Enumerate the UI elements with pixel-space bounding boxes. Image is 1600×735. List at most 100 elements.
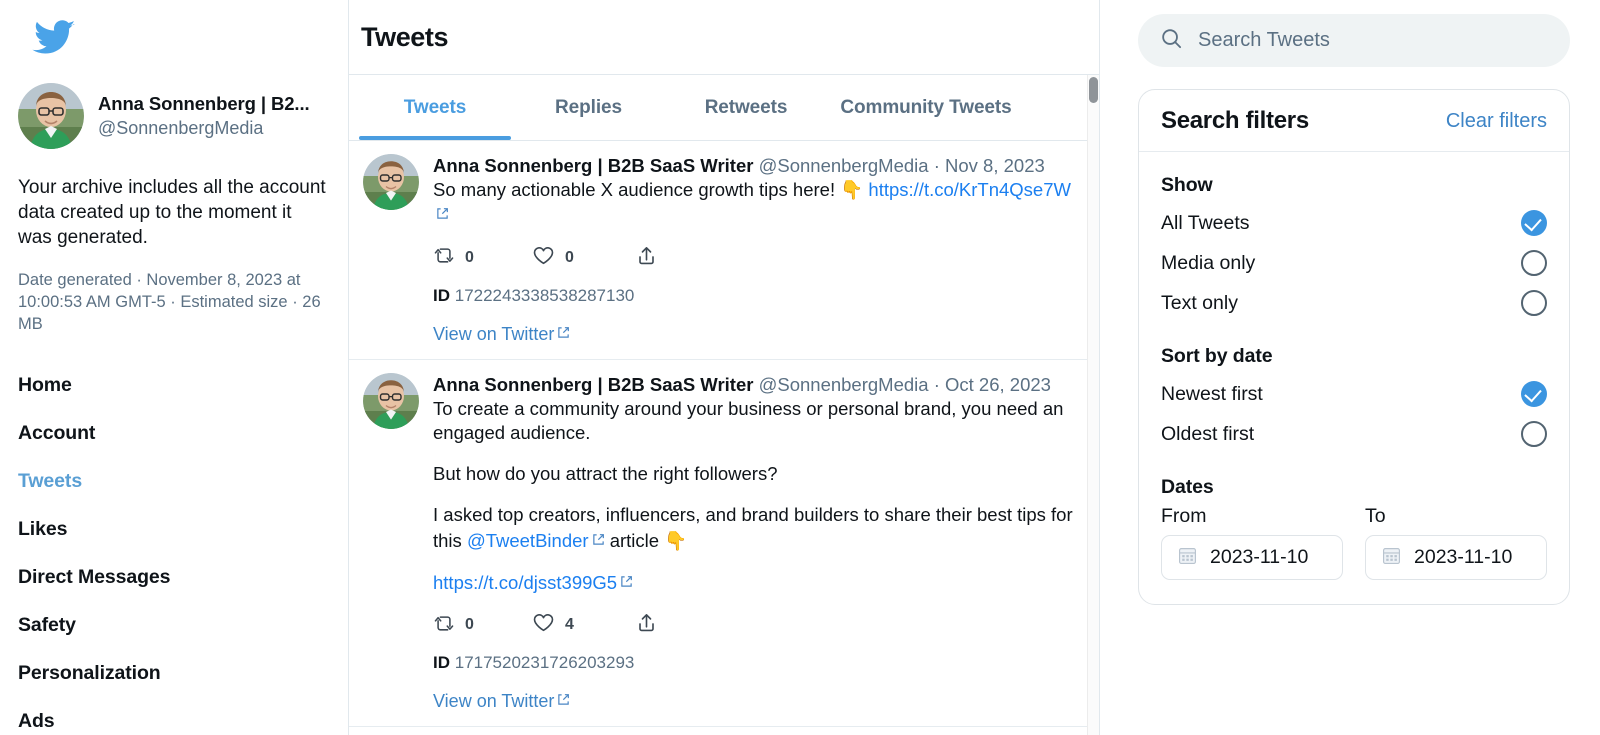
tweet-actions: 0 4: [433, 612, 1085, 638]
radio-unchecked-icon[interactable]: [1521, 421, 1547, 447]
date-from-value: 2023-11-10: [1210, 546, 1309, 568]
profile-names: Anna Sonnenberg | B2... @SonnenbergMedia: [98, 92, 310, 141]
share-button[interactable]: [636, 245, 657, 271]
date-to-column: To 2023-11-10: [1365, 505, 1547, 580]
sidebar-item-ads[interactable]: Ads: [18, 698, 328, 735]
view-on-twitter-link[interactable]: View on Twitter: [433, 690, 1085, 712]
filter-option-label: Newest first: [1161, 382, 1263, 405]
avatar: [18, 83, 84, 149]
filter-option-text-only[interactable]: Text only: [1161, 283, 1547, 323]
heart-icon: [532, 245, 555, 271]
filter-option-all-tweets[interactable]: All Tweets: [1161, 203, 1547, 243]
radio-unchecked-icon[interactable]: [1521, 290, 1547, 316]
tweet-handle: @SonnenbergMedia: [758, 155, 929, 176]
search-filters-header: Search filters Clear filters: [1139, 90, 1569, 152]
sidebar-item-likes[interactable]: Likes: [18, 506, 328, 554]
sort-group-title: Sort by date: [1161, 345, 1273, 367]
feed-scrollbar[interactable]: [1087, 75, 1099, 735]
archive-note: Your archive includes all the account da…: [18, 177, 326, 249]
filter-option-label: Media only: [1161, 251, 1256, 274]
tweet-feed: Anna Sonnenberg | B2B SaaS Writer @Sonne…: [349, 141, 1099, 735]
tab-tweets[interactable]: Tweets: [359, 75, 511, 140]
tweet-id-row: ID 1722243338538287130: [433, 286, 1085, 306]
tweet-text-run: So many actionable X audience growth tip…: [433, 179, 869, 201]
sidebar-item-account[interactable]: Account: [18, 410, 328, 458]
twitter-bird-icon[interactable]: [32, 20, 328, 61]
tweet-id-label: ID: [433, 653, 450, 673]
tweet-text: To create a community around your busine…: [433, 397, 1085, 595]
archive-metadata: Date generated · November 8, 2023 at 10:…: [18, 271, 321, 334]
sidebar-item-home[interactable]: Home: [18, 362, 328, 410]
external-link-icon: [592, 528, 605, 552]
share-icon: [636, 612, 657, 638]
tweet-item: Anna Sonnenberg | B2B SaaS Writer @Sonne…: [349, 360, 1099, 728]
like-button[interactable]: 0: [532, 245, 636, 271]
external-link-icon: [557, 323, 570, 344]
right-panel: Search Tweets Search filters Clear filte…: [1100, 0, 1600, 735]
like-count: 4: [565, 616, 574, 634]
retweet-button[interactable]: 0: [433, 613, 532, 638]
tweet-id-label: ID: [433, 285, 450, 305]
filter-option-label: Oldest first: [1161, 422, 1255, 445]
search-input[interactable]: Search Tweets: [1138, 14, 1570, 67]
like-button[interactable]: 4: [532, 612, 636, 638]
tweet-item: Anna Sonnenberg | B2B SaaS Writer @Sonne…: [349, 141, 1099, 360]
radio-checked-icon[interactable]: [1521, 381, 1547, 407]
filter-option-media-only[interactable]: Media only: [1161, 243, 1547, 283]
main-column: Tweets Tweets Replies Retweets Community…: [348, 0, 1100, 735]
retweet-button[interactable]: 0: [433, 245, 532, 270]
date-to-input[interactable]: 2023-11-10: [1365, 535, 1547, 580]
search-placeholder: Search Tweets: [1198, 29, 1330, 51]
retweet-icon: [433, 245, 455, 270]
share-button[interactable]: [636, 612, 657, 638]
date-from-input[interactable]: 2023-11-10: [1161, 535, 1343, 580]
page-title: Tweets: [361, 21, 449, 52]
search-filters-card: Search filters Clear filters Show All Tw…: [1138, 89, 1570, 605]
retweet-count: 0: [465, 248, 474, 266]
calendar-icon: [1382, 546, 1401, 570]
app-root: Anna Sonnenberg | B2... @SonnenbergMedia…: [0, 0, 1600, 735]
dates-group-title: Dates: [1161, 476, 1214, 498]
search-filters-body: Show All Tweets Media only Text only Sor…: [1139, 152, 1569, 604]
sidebar-item-safety[interactable]: Safety: [18, 602, 328, 650]
calendar-icon: [1178, 546, 1197, 570]
radio-checked-icon[interactable]: [1521, 210, 1547, 236]
tweet-text-run: article 👇: [604, 529, 688, 551]
scrollbar-thumb[interactable]: [1089, 77, 1098, 103]
profile-block: Anna Sonnenberg | B2... @SonnenbergMedia: [18, 83, 328, 149]
sidebar-item-direct-messages[interactable]: Direct Messages: [18, 554, 328, 602]
profile-display-name: Anna Sonnenberg | B2...: [98, 92, 310, 114]
tweet-link[interactable]: https://t.co/KrTn4Qse7W: [868, 179, 1071, 200]
external-link-icon: [436, 202, 449, 226]
search-filters-title: Search filters: [1161, 107, 1309, 134]
tweet-mention-link[interactable]: @TweetBinder: [467, 530, 589, 551]
tweet-paragraph: To create a community around your busine…: [433, 397, 1064, 443]
tweet-body: Anna Sonnenberg | B2B SaaS Writer @Sonne…: [433, 154, 1085, 345]
view-on-twitter-link[interactable]: View on Twitter: [433, 323, 1085, 345]
tweet-date: Nov 8, 2023: [945, 155, 1045, 176]
tab-replies[interactable]: Replies: [511, 75, 666, 140]
profile-handle: @SonnenbergMedia: [98, 117, 264, 138]
search-icon: [1160, 27, 1183, 55]
clear-filters-button[interactable]: Clear filters: [1446, 110, 1547, 133]
tweet-id-row: ID 1717520231726203293: [433, 653, 1085, 673]
tweet-date: Oct 26, 2023: [945, 373, 1051, 395]
tweet-id-value: 1722243338538287130: [454, 285, 635, 305]
filter-option-newest-first[interactable]: Newest first: [1161, 374, 1547, 414]
filter-option-oldest-first[interactable]: Oldest first: [1161, 414, 1547, 454]
sidebar-item-personalization[interactable]: Personalization: [18, 650, 328, 698]
tweet-body: Anna Sonnenberg | B2B SaaS Writer @Sonne…: [433, 373, 1085, 713]
external-link-icon: [557, 690, 570, 711]
tweet-link[interactable]: https://t.co/djsst399G5: [433, 572, 617, 593]
tab-retweets[interactable]: Retweets: [666, 75, 826, 140]
date-from-column: From 2023-11-10: [1161, 505, 1343, 580]
tweet-author: Anna Sonnenberg | B2B SaaS Writer: [433, 155, 754, 176]
filter-option-label: Text only: [1161, 291, 1238, 314]
date-to-label: To: [1365, 505, 1386, 527]
radio-unchecked-icon[interactable]: [1521, 250, 1547, 276]
sidebar-item-tweets[interactable]: Tweets: [18, 458, 328, 506]
tab-community-tweets[interactable]: Community Tweets: [826, 75, 1026, 140]
tweet-author: Anna Sonnenberg | B2B SaaS Writer: [433, 373, 754, 395]
